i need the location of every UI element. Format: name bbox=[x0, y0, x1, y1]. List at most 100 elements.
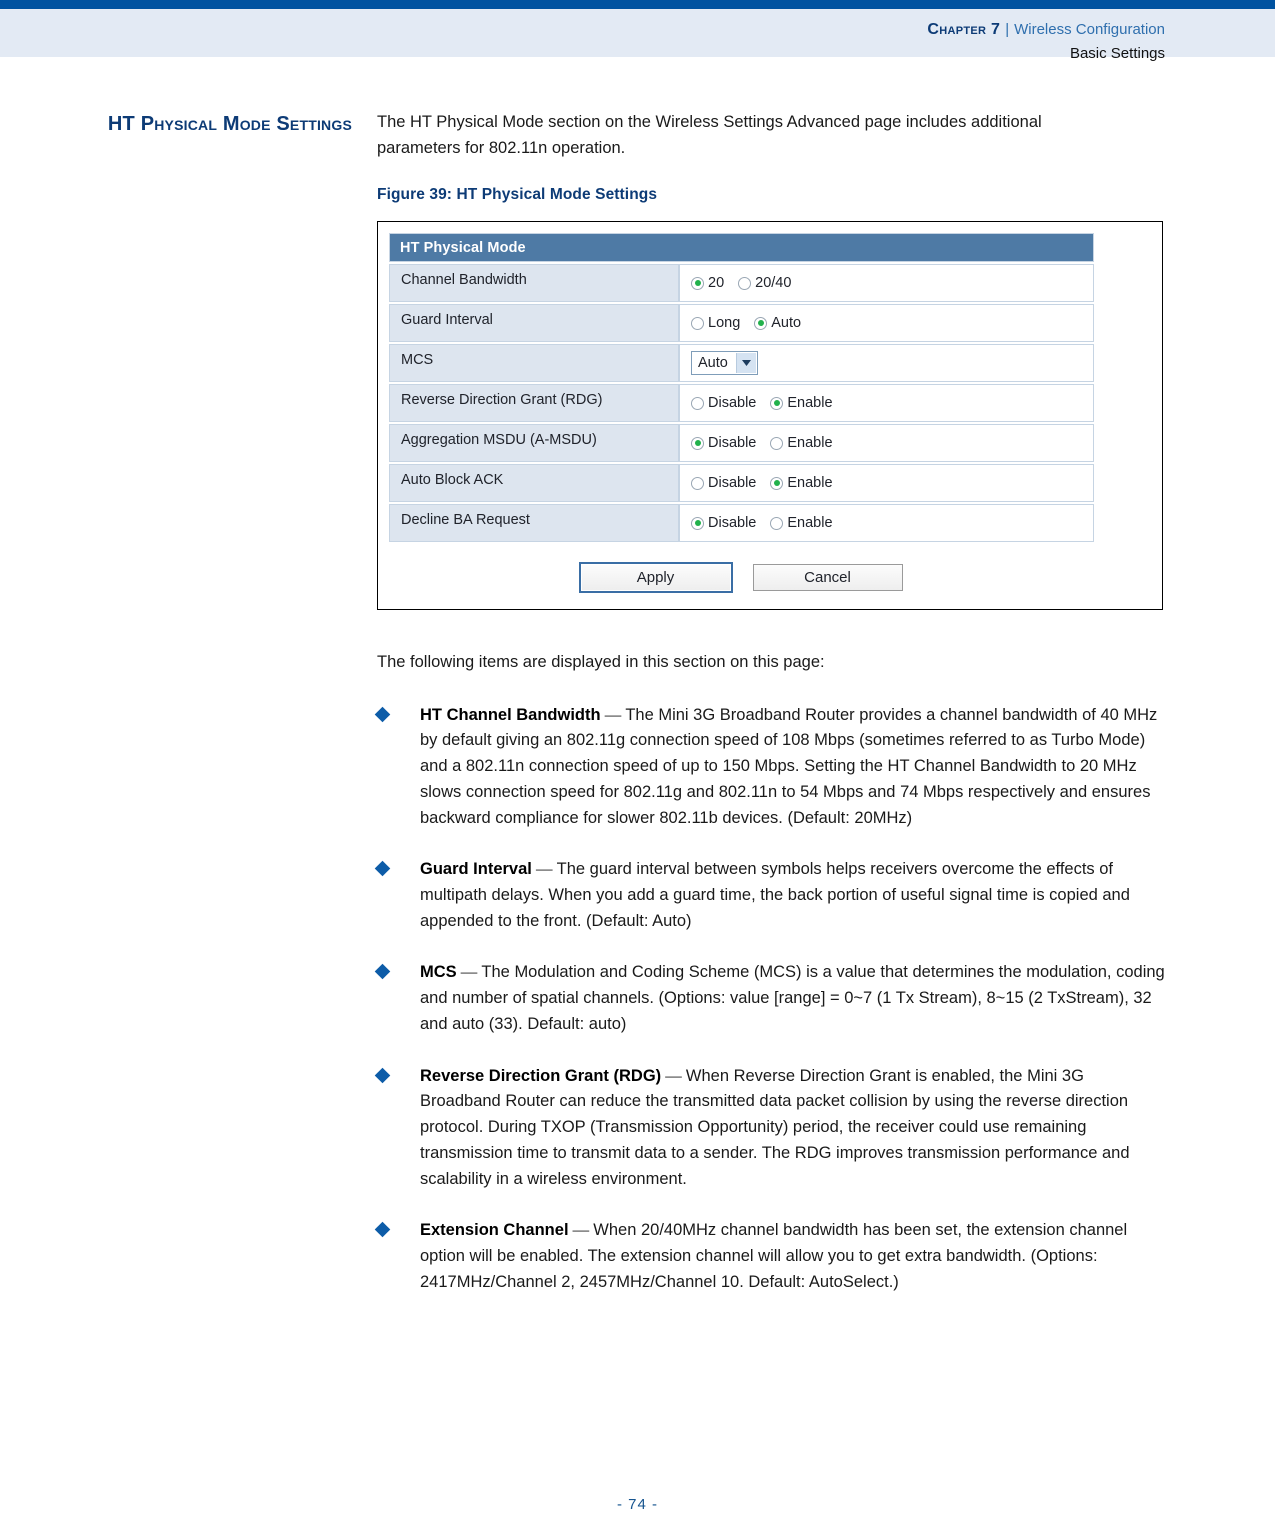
radio-option-label: Disable bbox=[708, 475, 757, 491]
radio-option-label: Enable bbox=[787, 475, 833, 491]
apply-button[interactable]: Apply bbox=[578, 562, 733, 593]
bullet-term: MCS bbox=[420, 963, 457, 982]
radio-option[interactable]: Auto bbox=[754, 315, 801, 331]
setting-value: Disable Enable bbox=[679, 424, 1094, 462]
radio-option[interactable]: Disable bbox=[691, 475, 756, 491]
bullet-dash: — bbox=[600, 704, 626, 724]
ht-physical-mode-panel: HT Physical Mode Channel Bandwidth 20 20/4… bbox=[389, 233, 1094, 542]
page-header-band: Chapter 7 | Wireless Configuration Basic S… bbox=[0, 9, 1275, 62]
radio-option-label: Disable bbox=[708, 395, 757, 411]
settings-row: Decline BA Request Disable Enable bbox=[389, 504, 1094, 542]
setting-value: Disable Enable bbox=[679, 504, 1094, 542]
radio-selected-icon[interactable] bbox=[691, 436, 704, 450]
mcs-select[interactable]: Auto bbox=[691, 351, 758, 375]
radio-unselected-icon[interactable] bbox=[770, 436, 784, 450]
bullet-text: The Modulation and Coding Scheme (MCS) i… bbox=[420, 963, 1165, 1033]
header-separator: | bbox=[1005, 21, 1010, 38]
radio-option[interactable]: Disable bbox=[691, 395, 756, 411]
body-text-column: The following items are displayed in thi… bbox=[374, 650, 1167, 1321]
diamond-bullet-icon bbox=[374, 1222, 391, 1238]
mcs-select-value: Auto bbox=[698, 355, 728, 371]
radio-unselected-icon[interactable] bbox=[691, 396, 704, 410]
bullet-dash: — bbox=[568, 1220, 594, 1240]
bullet-list: HT Channel Bandwidth — The Mini 3G Broad… bbox=[374, 702, 1167, 1296]
setting-value: 20 20/40 bbox=[679, 264, 1094, 302]
figure-ht-physical-mode: HT Physical Mode Channel Bandwidth 20 20/4… bbox=[377, 221, 1163, 610]
settings-row: Auto Block ACK Disable Enable bbox=[389, 464, 1094, 502]
radio-unselected-icon[interactable] bbox=[770, 516, 784, 530]
bullet-dash: — bbox=[531, 859, 557, 879]
bullet-dash: — bbox=[456, 962, 482, 982]
settings-row: Channel Bandwidth 20 20/40 bbox=[389, 264, 1094, 302]
radio-unselected-icon[interactable] bbox=[691, 316, 704, 330]
settings-rows: Channel Bandwidth 20 20/40 Guard Interval Lo… bbox=[389, 264, 1094, 542]
radio-option[interactable]: Disable bbox=[691, 435, 756, 451]
radio-option-label: 20 bbox=[708, 275, 725, 291]
radio-option-label: Disable bbox=[708, 515, 757, 531]
radio-selected-icon[interactable] bbox=[691, 516, 704, 530]
radio-selected-icon[interactable] bbox=[770, 476, 784, 490]
diamond-bullet-icon bbox=[374, 860, 391, 877]
setting-label: Channel Bandwidth bbox=[389, 264, 679, 302]
radio-unselected-icon[interactable] bbox=[738, 276, 752, 290]
bullet-term: HT Channel Bandwidth bbox=[420, 705, 601, 724]
radio-option[interactable]: Enable bbox=[770, 395, 833, 411]
section-side-heading: HT Physical Mode Settings bbox=[107, 113, 352, 135]
radio-option[interactable]: Enable bbox=[770, 435, 833, 451]
radio-option-label: Disable bbox=[708, 435, 757, 451]
bullet-item: MCS — The Modulation and Coding Scheme (… bbox=[374, 959, 1167, 1037]
setting-value: Disable Enable bbox=[679, 384, 1094, 422]
bullet-item: Reverse Direction Grant (RDG) — When Rev… bbox=[374, 1063, 1167, 1193]
radio-option-label: Long bbox=[708, 315, 741, 331]
diamond-bullet-icon bbox=[374, 1067, 391, 1083]
bullet-term: Guard Interval bbox=[420, 860, 532, 879]
radio-selected-icon[interactable] bbox=[691, 276, 704, 290]
radio-option-label: Enable bbox=[787, 515, 833, 531]
header-subsection-label: Basic Settings bbox=[1069, 45, 1165, 63]
header-section-label: Wireless Configuration bbox=[1014, 21, 1165, 38]
intro-paragraph: The HT Physical Mode section on the Wire… bbox=[377, 113, 1042, 157]
radio-unselected-icon[interactable] bbox=[691, 476, 704, 490]
page-header-text: Chapter 7 | Wireless Configuration Basic S… bbox=[927, 18, 1165, 65]
bullet-term: Reverse Direction Grant (RDG) bbox=[420, 1066, 662, 1085]
setting-value: Disable Enable bbox=[679, 464, 1094, 502]
setting-label: Aggregation MSDU (A-MSDU) bbox=[389, 424, 679, 462]
bullet-item: Guard Interval — The guard interval betw… bbox=[374, 856, 1167, 934]
setting-label: Guard Interval bbox=[389, 304, 679, 342]
setting-label: MCS bbox=[389, 344, 679, 382]
radio-selected-icon[interactable] bbox=[754, 316, 768, 330]
figure-button-row: Apply Cancel bbox=[389, 562, 1094, 593]
panel-title: HT Physical Mode bbox=[389, 233, 1094, 262]
top-rule bbox=[0, 0, 1275, 9]
settings-row: MCS Auto bbox=[389, 344, 1094, 382]
settings-row: Guard Interval Long Auto bbox=[389, 304, 1094, 342]
setting-label: Auto Block ACK bbox=[389, 464, 679, 502]
radio-option[interactable]: Enable bbox=[770, 515, 833, 531]
radio-option[interactable]: Disable bbox=[691, 515, 756, 531]
radio-option-label: Enable bbox=[787, 395, 833, 411]
radio-option-label: Auto bbox=[771, 315, 802, 331]
page-number: - 74 - bbox=[616, 1496, 658, 1513]
radio-option[interactable]: 20/40 bbox=[738, 275, 791, 291]
chapter-label: Chapter 7 bbox=[927, 21, 1001, 38]
setting-value: Auto bbox=[679, 344, 1094, 382]
bullet-dash: — bbox=[661, 1065, 686, 1085]
chevron-down-icon[interactable] bbox=[735, 353, 756, 373]
lead-paragraph: The following items are displayed in thi… bbox=[377, 653, 825, 671]
radio-option[interactable]: Enable bbox=[770, 475, 833, 491]
settings-row: Aggregation MSDU (A-MSDU) Disable Enable bbox=[389, 424, 1094, 462]
cancel-button[interactable]: Cancel bbox=[752, 564, 903, 591]
setting-label: Reverse Direction Grant (RDG) bbox=[389, 384, 679, 422]
diamond-bullet-icon bbox=[374, 706, 391, 722]
radio-option-label: 20/40 bbox=[755, 275, 792, 291]
radio-selected-icon[interactable] bbox=[770, 396, 784, 410]
radio-option-label: Enable bbox=[787, 435, 833, 451]
settings-row: Reverse Direction Grant (RDG) Disable Enab… bbox=[389, 384, 1094, 422]
setting-value: Long Auto bbox=[679, 304, 1094, 342]
header-line-chapter: Chapter 7 | Wireless Configuration bbox=[927, 18, 1165, 41]
radio-option[interactable]: Long bbox=[691, 315, 740, 331]
bullet-item: Extension Channel — When 20/40MHz channe… bbox=[374, 1217, 1167, 1295]
figure-caption: Figure 39: HT Physical Mode Settings bbox=[377, 186, 658, 203]
radio-option[interactable]: 20 bbox=[691, 275, 724, 291]
bullet-item: HT Channel Bandwidth — The Mini 3G Broad… bbox=[374, 702, 1167, 832]
